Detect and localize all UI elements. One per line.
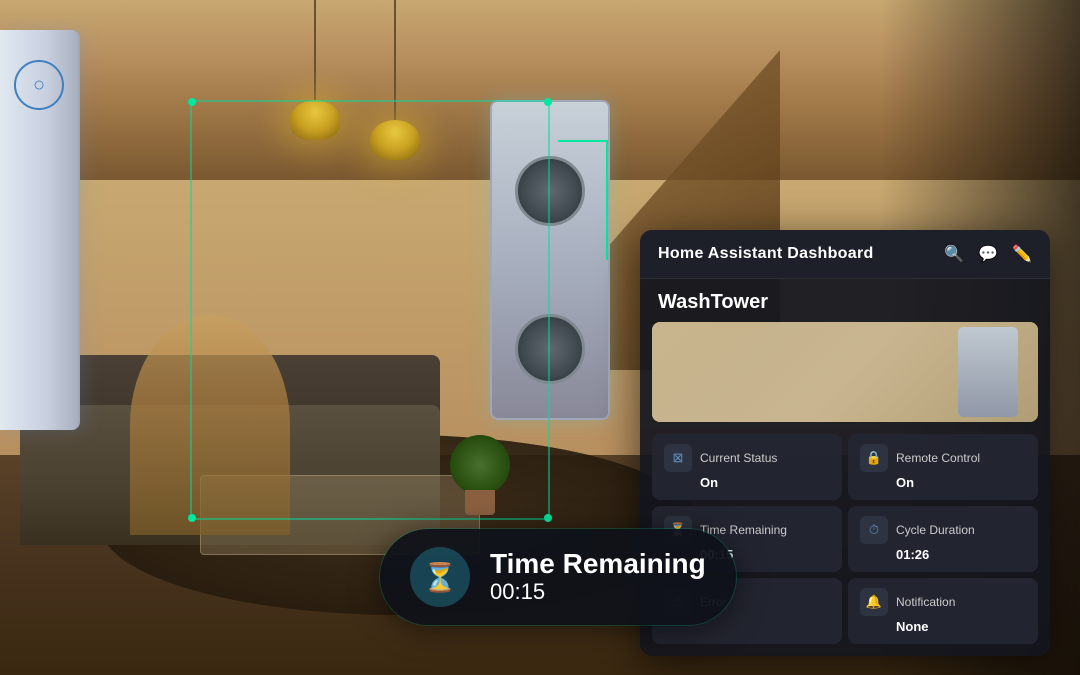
edit-icon[interactable]: ✏️ bbox=[1012, 244, 1032, 264]
product-image bbox=[652, 322, 1038, 422]
current-status-icon: ⊠ bbox=[664, 444, 692, 472]
cycle-duration-value: 01:26 bbox=[896, 547, 1026, 562]
ac-unit: ○ bbox=[0, 30, 80, 430]
status-card-notification[interactable]: 🔔 Notification None bbox=[848, 578, 1038, 644]
status-card-header-cycle-duration: ⏱ Cycle Duration bbox=[860, 516, 1026, 544]
current-status-value: On bbox=[700, 475, 830, 490]
notification-value: None bbox=[896, 619, 1026, 634]
pendant-light-left bbox=[290, 0, 340, 140]
time-remaining-label: Time Remaining bbox=[700, 523, 787, 537]
plant-leaves bbox=[450, 435, 510, 495]
washtower-bottom bbox=[492, 260, 608, 418]
dashboard-action-icons: 🔍 💬 ✏️ bbox=[944, 244, 1032, 264]
cycle-duration-label: Cycle Duration bbox=[896, 523, 975, 537]
tooltip-value: 00:15 bbox=[490, 579, 706, 605]
dashboard-title: Home Assistant Dashboard bbox=[658, 245, 874, 263]
remote-control-label: Remote Control bbox=[896, 451, 980, 465]
device-title: WashTower bbox=[640, 279, 1050, 322]
search-icon[interactable]: 🔍 bbox=[944, 244, 964, 264]
tooltip-icon: ⏳ bbox=[410, 547, 470, 607]
status-card-header-current-status: ⊠ Current Status bbox=[664, 444, 830, 472]
notification-label: Notification bbox=[896, 595, 955, 609]
ac-circle: ○ bbox=[14, 60, 64, 110]
status-card-current-status[interactable]: ⊠ Current Status On bbox=[652, 434, 842, 500]
notification-icon: 🔔 bbox=[860, 588, 888, 616]
status-card-remote-control[interactable]: 🔒 Remote Control On bbox=[848, 434, 1038, 500]
plant-pot bbox=[465, 490, 495, 515]
remote-control-value: On bbox=[896, 475, 1026, 490]
time-remaining-tooltip: ⏳ Time Remaining 00:15 bbox=[380, 529, 736, 625]
person-silhouette bbox=[130, 315, 290, 535]
pendant-shade-left bbox=[290, 100, 340, 140]
pendant-light-right bbox=[370, 0, 420, 160]
dashboard-header: Home Assistant Dashboard 🔍 💬 ✏️ bbox=[640, 230, 1050, 279]
tooltip-icon-symbol: ⏳ bbox=[423, 561, 458, 594]
tooltip-label: Time Remaining bbox=[490, 549, 706, 580]
status-card-header-remote-control: 🔒 Remote Control bbox=[860, 444, 1026, 472]
connection-line bbox=[558, 140, 608, 260]
status-card-header-notification: 🔔 Notification bbox=[860, 588, 1026, 616]
product-thumbnail bbox=[958, 327, 1018, 417]
message-icon[interactable]: 💬 bbox=[978, 244, 998, 264]
status-card-cycle-duration[interactable]: ⏱ Cycle Duration 01:26 bbox=[848, 506, 1038, 572]
remote-control-icon: 🔒 bbox=[860, 444, 888, 472]
current-status-label: Current Status bbox=[700, 451, 777, 465]
dryer-drum bbox=[515, 314, 585, 384]
tooltip-text-area: Time Remaining 00:15 bbox=[490, 549, 706, 606]
pendant-shade-right bbox=[370, 120, 420, 160]
cycle-duration-icon: ⏱ bbox=[860, 516, 888, 544]
plant bbox=[450, 435, 510, 515]
